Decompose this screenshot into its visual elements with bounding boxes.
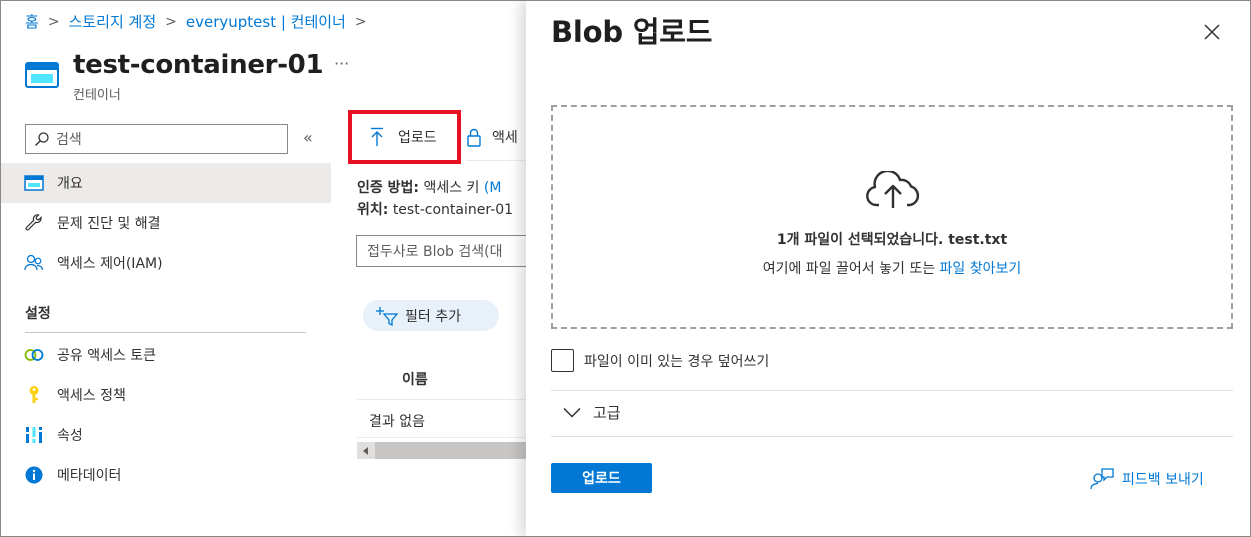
- blob-search-input[interactable]: 접두사로 Blob 검색(대: [356, 235, 536, 267]
- sidebar-item-label: 액세스 정책: [57, 388, 126, 404]
- breadcrumb-containers[interactable]: everyuptest | 컨테이너: [186, 11, 346, 32]
- sidebar-item-label: 액세스 제어(IAM): [57, 256, 163, 272]
- sidebar-item-sas[interactable]: 공유 액세스 토큰: [0, 335, 331, 375]
- properties-icon: [24, 425, 44, 445]
- location-value: test-container-01: [392, 202, 514, 218]
- location-row: 위치: test-container-01: [357, 199, 513, 219]
- sidebar-search-input[interactable]: 검색: [25, 124, 288, 154]
- chevron-down-icon: [563, 407, 581, 418]
- empty-results-text: 결과 없음: [369, 414, 425, 430]
- sidebar-search-placeholder: 검색: [56, 132, 82, 148]
- auth-method-label: 인증 방법:: [357, 180, 419, 196]
- panel-divider: [551, 390, 1233, 391]
- sidebar-item-properties[interactable]: 속성: [0, 415, 331, 455]
- upload-submit-button[interactable]: 업로드: [551, 463, 652, 493]
- search-icon: [35, 132, 49, 146]
- sidebar-item-label: 문제 진단 및 해결: [57, 216, 161, 232]
- breadcrumb-separator: >: [354, 13, 367, 30]
- auth-method-value: 액세스 키: [423, 180, 480, 196]
- auth-method-row: 인증 방법: 액세스 키 (M: [357, 177, 501, 197]
- feedback-icon: [1090, 468, 1114, 490]
- sidebar-item-access-policy[interactable]: 액세스 정책: [0, 375, 331, 415]
- add-filter-button[interactable]: 필터 추가: [363, 300, 499, 331]
- advanced-label: 고급: [593, 404, 621, 422]
- selected-file-text: 1개 파일이 선택되었습니다. test.txt: [776, 232, 1008, 248]
- breadcrumb: 홈 > 스토리지 계정 > everyuptest | 컨테이너 >: [25, 11, 376, 32]
- link-icon: [24, 345, 44, 365]
- sidebar-item-diagnose[interactable]: 문제 진단 및 해결: [0, 203, 331, 243]
- dropzone-hint-text: 여기에 파일 끌어서 놓기 또는: [762, 261, 936, 277]
- toolbar-access-level-button[interactable]: 액세: [466, 127, 518, 147]
- breadcrumb-separator: >: [165, 13, 177, 30]
- horizontal-scrollbar[interactable]: [357, 442, 527, 459]
- settings-section-title: 설정: [25, 303, 306, 333]
- file-dropzone[interactable]: 1개 파일이 선택되었습니다. test.txt 여기에 파일 끌어서 놓기 또…: [551, 105, 1233, 329]
- sidebar-nav: 개요 문제 진단 및 해결 액세스 제어(IAM): [0, 163, 331, 283]
- people-icon: [24, 253, 44, 273]
- sidebar-item-label: 메타데이터: [57, 468, 122, 484]
- overwrite-checkbox[interactable]: [551, 349, 574, 372]
- page-subtitle: 컨테이너: [73, 88, 121, 103]
- settings-nav: 공유 액세스 토큰 액세스 정책 속성 메타데이터: [0, 335, 331, 495]
- lock-icon: [467, 128, 481, 147]
- key-icon: [24, 385, 44, 405]
- breadcrumb-separator: >: [47, 13, 60, 30]
- upload-arrow-icon: [371, 127, 383, 146]
- sidebar-item-label: 속성: [57, 428, 83, 444]
- toolbar-access-label: 액세: [492, 130, 518, 146]
- filter-add-icon: [376, 306, 399, 326]
- location-label: 위치:: [357, 202, 389, 218]
- table-divider: [357, 399, 527, 400]
- page-header: test-container-01 컨테이너: [25, 48, 324, 103]
- cloud-upload-icon: [866, 171, 920, 208]
- auth-method-switch-link[interactable]: (M: [484, 180, 502, 196]
- breadcrumb-storage-accounts[interactable]: 스토리지 계정: [69, 11, 157, 32]
- overview-icon: [24, 173, 44, 193]
- send-feedback-link[interactable]: 피드백 보내기: [1090, 468, 1204, 490]
- feedback-label: 피드백 보내기: [1122, 472, 1204, 488]
- overwrite-label: 파일이 이미 있는 경우 덮어쓰기: [584, 353, 770, 370]
- overwrite-option: 파일이 이미 있는 경우 덮어쓰기: [551, 349, 769, 372]
- blob-search-placeholder: 접두사로 Blob 검색(대: [367, 244, 503, 260]
- page-title: test-container-01: [73, 50, 324, 80]
- close-icon: [1204, 24, 1220, 40]
- browse-files-link[interactable]: 파일 찾아보기: [940, 261, 1022, 277]
- breadcrumb-home[interactable]: 홈: [25, 11, 39, 32]
- panel-divider: [551, 436, 1233, 437]
- close-button[interactable]: [1201, 21, 1223, 43]
- toolbar-upload-button[interactable]: 업로드: [348, 110, 461, 164]
- toolbar-upload-label: 업로드: [398, 130, 437, 146]
- upload-blob-panel: Blob 업로드 1개 파일이 선택되었습니다. test.txt 여기에 파일…: [526, 0, 1251, 537]
- table-divider: [357, 437, 527, 438]
- column-header-name[interactable]: 이름: [402, 369, 428, 389]
- sidebar-item-overview[interactable]: 개요: [0, 163, 331, 203]
- panel-title: Blob 업로드: [551, 15, 713, 49]
- dropzone-hint: 여기에 파일 끌어서 놓기 또는 파일 찾아보기: [553, 258, 1231, 278]
- scroll-left-button[interactable]: [357, 442, 375, 459]
- toolbar-divider: [466, 160, 526, 161]
- sidebar-item-label: 공유 액세스 토큰: [57, 348, 157, 364]
- more-options-button[interactable]: ···: [334, 54, 349, 73]
- advanced-toggle[interactable]: 고급: [563, 402, 621, 423]
- sidebar-item-iam[interactable]: 액세스 제어(IAM): [0, 243, 331, 283]
- sidebar-item-label: 개요: [57, 176, 83, 192]
- container-icon: [25, 62, 59, 88]
- wrench-icon: [24, 213, 44, 233]
- info-icon: [24, 465, 44, 485]
- collapse-sidebar-button[interactable]: «: [303, 128, 313, 147]
- sidebar-item-metadata[interactable]: 메타데이터: [0, 455, 331, 495]
- add-filter-label: 필터 추가: [405, 308, 461, 325]
- scroll-left-arrow-icon: [363, 446, 368, 455]
